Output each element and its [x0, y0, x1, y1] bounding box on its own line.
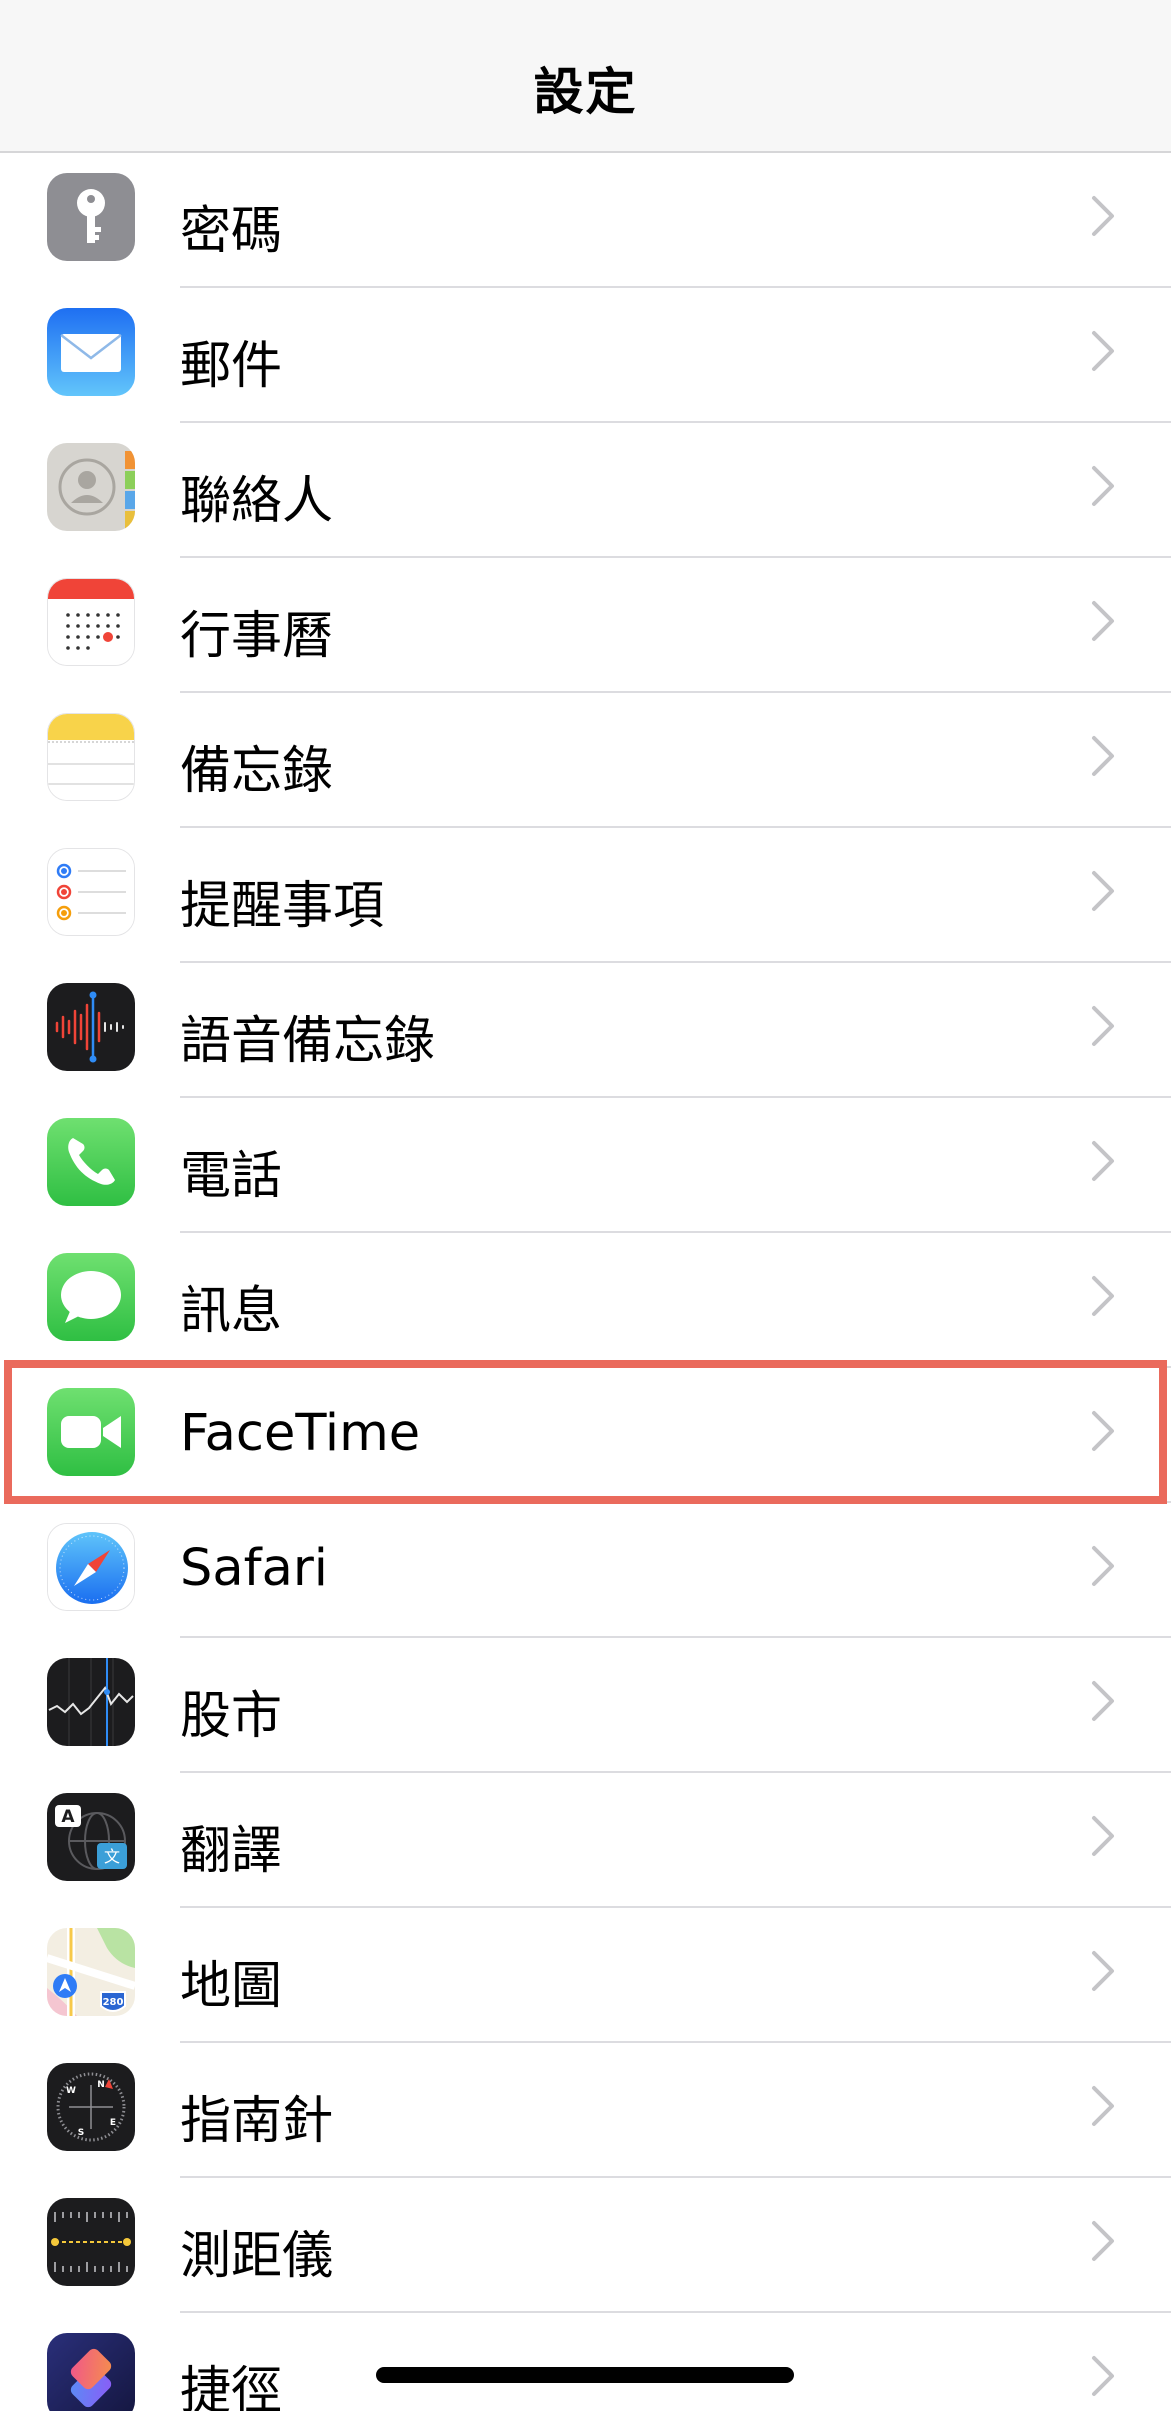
mail-icon: [47, 308, 135, 396]
contacts-icon: [47, 443, 135, 531]
maps-icon: 280: [47, 1928, 135, 2016]
row-label: 地圖: [180, 1957, 283, 2016]
chevron-right-icon: [1091, 1140, 1115, 1182]
chevron-right-icon: [1091, 1545, 1115, 1587]
facetime-icon: [47, 1388, 135, 1476]
row-reminders[interactable]: 提醒事項: [0, 828, 1171, 963]
calendar-icon: [47, 578, 135, 666]
row-compass[interactable]: N S E W 指南針: [0, 2043, 1171, 2178]
row-stocks[interactable]: 股市: [0, 1638, 1171, 1773]
row-voice-memos[interactable]: 語音備忘錄: [0, 963, 1171, 1098]
row-mail[interactable]: 郵件: [0, 288, 1171, 423]
chevron-right-icon: [1091, 2085, 1115, 2127]
chevron-right-icon: [1091, 1680, 1115, 1722]
page-title: 設定: [533, 63, 638, 121]
reminders-icon: [47, 848, 135, 936]
row-label: 電話: [180, 1147, 283, 1206]
row-shortcuts[interactable]: 捷徑: [0, 2313, 1171, 2411]
row-label: 語音備忘錄: [180, 1012, 436, 1071]
row-passwords[interactable]: 密碼: [0, 153, 1171, 288]
chevron-right-icon: [1091, 1950, 1115, 1992]
row-safari[interactable]: Safari: [0, 1503, 1171, 1638]
measure-icon: [47, 2198, 135, 2286]
chevron-right-icon: [1091, 1410, 1115, 1452]
chevron-right-icon: [1091, 465, 1115, 507]
row-facetime[interactable]: FaceTime: [0, 1368, 1171, 1503]
row-label: 捷徑: [180, 2362, 283, 2411]
chevron-right-icon: [1091, 1005, 1115, 1047]
phone-icon: [47, 1118, 135, 1206]
row-label: 測距儀: [180, 2227, 334, 2286]
row-messages[interactable]: 訊息: [0, 1233, 1171, 1368]
row-label: FaceTime: [180, 1404, 421, 1463]
chevron-right-icon: [1091, 1275, 1115, 1317]
row-label: 郵件: [180, 337, 283, 396]
chevron-right-icon: [1091, 870, 1115, 912]
settings-screen: 設定 密碼 郵件 聯絡人 行事曆 備忘錄 提醒事項 語音備忘錄 電話 訊息 Fa…: [0, 0, 1171, 2411]
compass-letter-s: S: [78, 2128, 84, 2138]
notes-icon: [47, 713, 135, 801]
row-label: 股市: [180, 1687, 283, 1746]
chevron-right-icon: [1091, 330, 1115, 372]
row-translate[interactable]: A 文 翻譯: [0, 1773, 1171, 1908]
row-label: Safari: [180, 1539, 328, 1598]
row-calendar[interactable]: 行事曆: [0, 558, 1171, 693]
safari-icon: [47, 1523, 135, 1611]
compass-letter-e: E: [110, 2118, 116, 2128]
row-label: 備忘錄: [180, 742, 334, 801]
row-contacts[interactable]: 聯絡人: [0, 423, 1171, 558]
row-label: 指南針: [180, 2092, 334, 2151]
chevron-right-icon: [1091, 2355, 1115, 2397]
chevron-right-icon: [1091, 1815, 1115, 1857]
row-phone[interactable]: 電話: [0, 1098, 1171, 1233]
row-label: 翻譯: [180, 1822, 283, 1881]
settings-list: 密碼 郵件 聯絡人 行事曆 備忘錄 提醒事項 語音備忘錄 電話 訊息 FaceT…: [0, 153, 1171, 2411]
row-notes[interactable]: 備忘錄: [0, 693, 1171, 828]
row-label: 聯絡人: [180, 472, 334, 531]
chevron-right-icon: [1091, 735, 1115, 777]
row-measure[interactable]: 測距儀: [0, 2178, 1171, 2313]
compass-icon: N S E W: [47, 2063, 135, 2151]
voice-memos-icon: [47, 983, 135, 1071]
translate-letter-a: A: [61, 1807, 75, 1827]
navigation-bar: 設定: [0, 0, 1171, 153]
translate-icon: A 文: [47, 1793, 135, 1881]
maps-shield-number: 280: [103, 1997, 124, 2008]
compass-letter-w: W: [66, 2086, 76, 2096]
compass-letter-n: N: [97, 2080, 105, 2090]
chevron-right-icon: [1091, 195, 1115, 237]
translate-char-wen: 文: [104, 1847, 120, 1866]
chevron-right-icon: [1091, 2220, 1115, 2262]
row-label: 行事曆: [180, 607, 334, 666]
chevron-right-icon: [1091, 600, 1115, 642]
row-maps[interactable]: 280 地圖: [0, 1908, 1171, 2043]
key-icon: [47, 173, 135, 261]
row-label: 訊息: [180, 1282, 283, 1341]
home-indicator[interactable]: [376, 2367, 794, 2383]
shortcuts-icon: [47, 2333, 135, 2411]
row-label: 密碼: [180, 202, 283, 261]
stocks-icon: [47, 1658, 135, 1746]
messages-icon: [47, 1253, 135, 1341]
row-label: 提醒事項: [180, 877, 385, 936]
